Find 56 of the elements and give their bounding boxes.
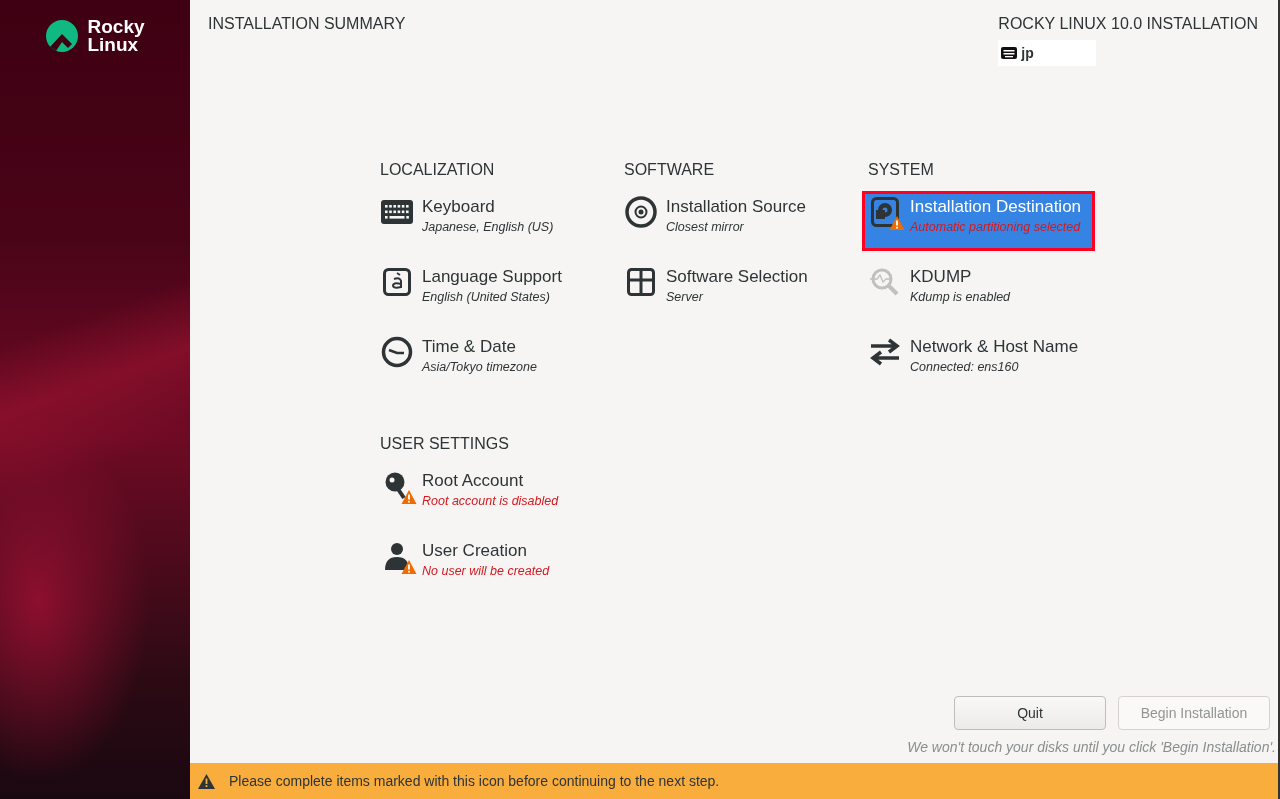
item-status: English (United States) <box>422 290 551 304</box>
item-title: Network & Host Name <box>910 337 1079 357</box>
user-icon <box>384 542 410 570</box>
footer-note: We won't touch your disks until you click 'Begin Installation'. <box>907 739 1276 755</box>
layout-code: jp <box>1021 45 1034 61</box>
page-title: INSTALLATION SUMMARY <box>208 14 406 34</box>
summary-item[interactable]: Language Support English (United States) <box>376 263 612 319</box>
item-title: KDUMP <box>910 267 973 287</box>
summary-item[interactable]: KDUMP Kdump is enabled <box>864 263 1100 319</box>
item-title: Time & Date <box>422 337 517 357</box>
warning-icon <box>198 773 215 789</box>
item-title: User Creation <box>422 541 528 561</box>
warning-icon <box>401 489 417 505</box>
brand-name: Rocky Linux <box>87 18 145 54</box>
item-status: Closest mirror <box>666 220 745 234</box>
language-icon <box>383 268 411 296</box>
summary-item[interactable]: Installation Source Closest mirror <box>620 193 856 249</box>
item-title: Installation Destination <box>910 197 1082 217</box>
keyboard-icon <box>1001 47 1018 59</box>
item-status: Server <box>666 290 705 304</box>
warning-message: Please complete items marked with this icon before continuing to the next step. <box>229 773 720 789</box>
item-title: Root Account <box>422 471 525 491</box>
item-status: Japanese, English (US) <box>422 220 554 234</box>
summary-item[interactable]: Network & Host Name Connected: ens160 <box>864 333 1100 389</box>
item-status: No user will be created <box>422 564 550 578</box>
magnifier-icon <box>870 267 900 297</box>
item-title: Installation Source <box>666 197 806 217</box>
item-title: Keyboard <box>422 197 496 217</box>
keyboard-layout-indicator[interactable]: jp <box>998 40 1097 66</box>
category-heading: USER SETTINGS <box>380 435 510 453</box>
product-title: ROCKY LINUX 10.0 INSTALLATION <box>998 14 1258 33</box>
summary-item[interactable]: Software Selection Server <box>620 263 856 319</box>
logo-icon <box>45 19 80 53</box>
disc-icon <box>625 196 657 228</box>
summary-item[interactable]: Installation Destination Automatic partitioning selected <box>864 193 1093 249</box>
quit-button[interactable]: Quit <box>954 696 1106 730</box>
item-title: Software Selection <box>666 267 808 287</box>
arrows-icon <box>869 338 901 366</box>
category-heading: LOCALIZATION <box>380 161 496 179</box>
item-status: Connected: ens160 <box>910 360 1020 374</box>
item-title: Language Support <box>422 267 562 287</box>
warning-icon <box>889 215 905 231</box>
item-status: Asia/Tokyo timezone <box>422 360 537 374</box>
summary-item[interactable]: Root Account Root account is disabled <box>376 467 612 523</box>
category-heading: SYSTEM <box>868 161 935 179</box>
summary-item[interactable]: User Creation No user will be created <box>376 537 612 593</box>
item-status: Kdump is enabled <box>910 290 1011 304</box>
item-status: Automatic partitioning selected <box>910 220 1082 234</box>
clock-icon <box>381 336 413 368</box>
keyboard-icon <box>381 200 413 224</box>
category-heading: SOFTWARE <box>624 161 716 179</box>
package-grid-icon <box>627 268 655 296</box>
summary-item[interactable]: Time & Date Asia/Tokyo timezone <box>376 333 612 389</box>
item-status: Root account is disabled <box>422 494 559 508</box>
summary-item[interactable]: Keyboard Japanese, English (US) <box>376 193 612 249</box>
warning-icon <box>401 559 417 575</box>
